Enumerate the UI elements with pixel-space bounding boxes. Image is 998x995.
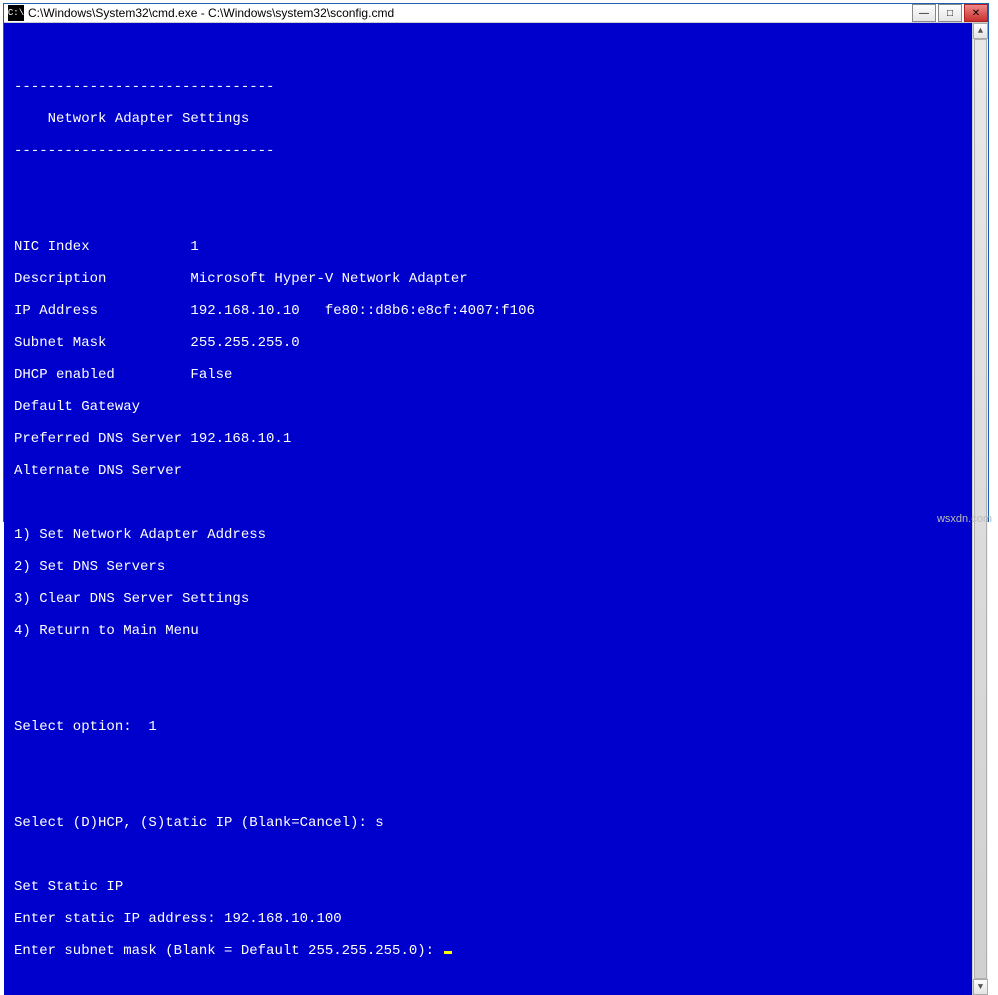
prompt-enter-subnet[interactable]: Enter subnet mask (Blank = Default 255.2… xyxy=(14,943,962,959)
field-preferred-dns: Preferred DNS Server192.168.10.1 xyxy=(14,431,962,447)
scroll-up-button[interactable]: ▲ xyxy=(973,23,988,39)
field-nic-index: NIC Index1 xyxy=(14,239,962,255)
console-output[interactable]: ------------------------------- Network … xyxy=(4,23,972,995)
section-rule-top: ------------------------------- xyxy=(14,79,962,95)
menu-option-1: 1) Set Network Adapter Address xyxy=(14,527,962,543)
section-rule-bottom: ------------------------------- xyxy=(14,143,962,159)
window-controls: — □ ✕ xyxy=(910,4,988,22)
prompt-dhcp-static: Select (D)HCP, (S)tatic IP (Blank=Cancel… xyxy=(14,815,962,831)
section-title: Network Adapter Settings xyxy=(14,111,962,127)
scroll-track[interactable] xyxy=(973,39,988,979)
close-button[interactable]: ✕ xyxy=(964,4,988,22)
maximize-button[interactable]: □ xyxy=(938,4,962,22)
client-area: ------------------------------- Network … xyxy=(4,23,988,995)
scroll-thumb[interactable] xyxy=(974,39,987,979)
menu-option-4: 4) Return to Main Menu xyxy=(14,623,962,639)
titlebar[interactable]: C:\ C:\Windows\System32\cmd.exe - C:\Win… xyxy=(4,4,988,23)
field-ip-address: IP Address192.168.10.10 fe80::d8b6:e8cf:… xyxy=(14,303,962,319)
prompt-enter-ip: Enter static IP address: 192.168.10.100 xyxy=(14,911,962,927)
cursor-icon xyxy=(444,951,452,954)
vertical-scrollbar[interactable]: ▲ ▼ xyxy=(972,23,988,995)
field-default-gateway: Default Gateway xyxy=(14,399,962,415)
window-title: C:\Windows\System32\cmd.exe - C:\Windows… xyxy=(28,6,910,20)
menu-option-2: 2) Set DNS Servers xyxy=(14,559,962,575)
menu-option-3: 3) Clear DNS Server Settings xyxy=(14,591,962,607)
set-static-ip-header: Set Static IP xyxy=(14,879,962,895)
cmd-icon: C:\ xyxy=(8,5,24,21)
field-subnet-mask: Subnet Mask255.255.255.0 xyxy=(14,335,962,351)
field-description: DescriptionMicrosoft Hyper-V Network Ada… xyxy=(14,271,962,287)
watermark-text: wsxdn.com xyxy=(937,513,992,525)
scroll-down-button[interactable]: ▼ xyxy=(973,979,988,995)
prompt-select-option: Select option: 1 xyxy=(14,719,962,735)
field-dhcp-enabled: DHCP enabledFalse xyxy=(14,367,962,383)
cmd-window: C:\ C:\Windows\System32\cmd.exe - C:\Win… xyxy=(3,3,989,522)
minimize-button[interactable]: — xyxy=(912,4,936,22)
field-alternate-dns: Alternate DNS Server xyxy=(14,463,962,479)
